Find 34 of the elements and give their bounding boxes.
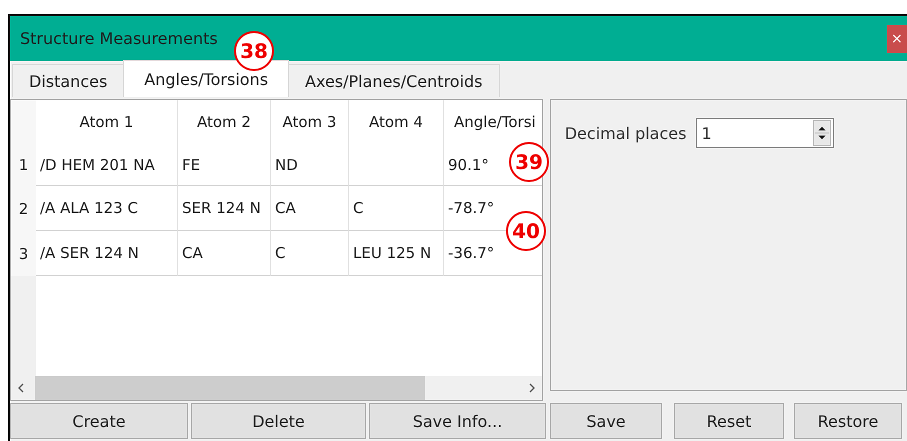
tab[interactable]: Angles/Torsions (123, 60, 290, 97)
table-cell: /D HEM 201 NA (36, 144, 178, 186)
row-number: 3 (11, 231, 36, 276)
action-button[interactable]: Save (550, 403, 662, 439)
action-button[interactable]: Save Info... (369, 403, 546, 439)
table-cell: /A ALA 123 C (36, 186, 178, 231)
table-cell: /A SER 124 N (36, 231, 178, 276)
table-cell: FE (178, 144, 271, 186)
column-header[interactable]: Atom 4 (349, 100, 444, 144)
table-cell: CA (271, 186, 349, 231)
horizontal-scrollbar[interactable] (11, 376, 542, 400)
action-button[interactable]: Restore (794, 403, 902, 439)
spin-box[interactable]: 1 (696, 118, 834, 148)
column-header[interactable]: Atom 1 (36, 100, 178, 144)
column-header[interactable]: Atom 2 (178, 100, 271, 144)
action-button[interactable]: Create (10, 403, 188, 439)
window-title: Structure Measurements (20, 29, 218, 48)
scrollbar-thumb[interactable] (35, 376, 425, 400)
table-cell: SER 124 N (178, 186, 271, 231)
close-button[interactable]: × (887, 24, 907, 52)
spinner-arrows-icon[interactable] (813, 120, 832, 146)
row-number: 2 (11, 186, 36, 231)
action-button[interactable]: Reset (674, 403, 784, 439)
table-cell: ND (271, 144, 349, 186)
tab[interactable]: Axes/Planes/Centroids (288, 64, 500, 97)
row-number: 1 (11, 144, 36, 186)
tab[interactable]: Distances (12, 64, 124, 97)
table-cell: C (349, 186, 444, 231)
column-header[interactable]: Atom 3 (271, 100, 349, 144)
table-cell: C (271, 231, 349, 276)
table-cell: CA (178, 231, 271, 276)
table-cell: LEU 125 N (349, 231, 444, 276)
field-label: Decimal places (564, 124, 686, 142)
action-button[interactable]: Delete (191, 403, 366, 439)
